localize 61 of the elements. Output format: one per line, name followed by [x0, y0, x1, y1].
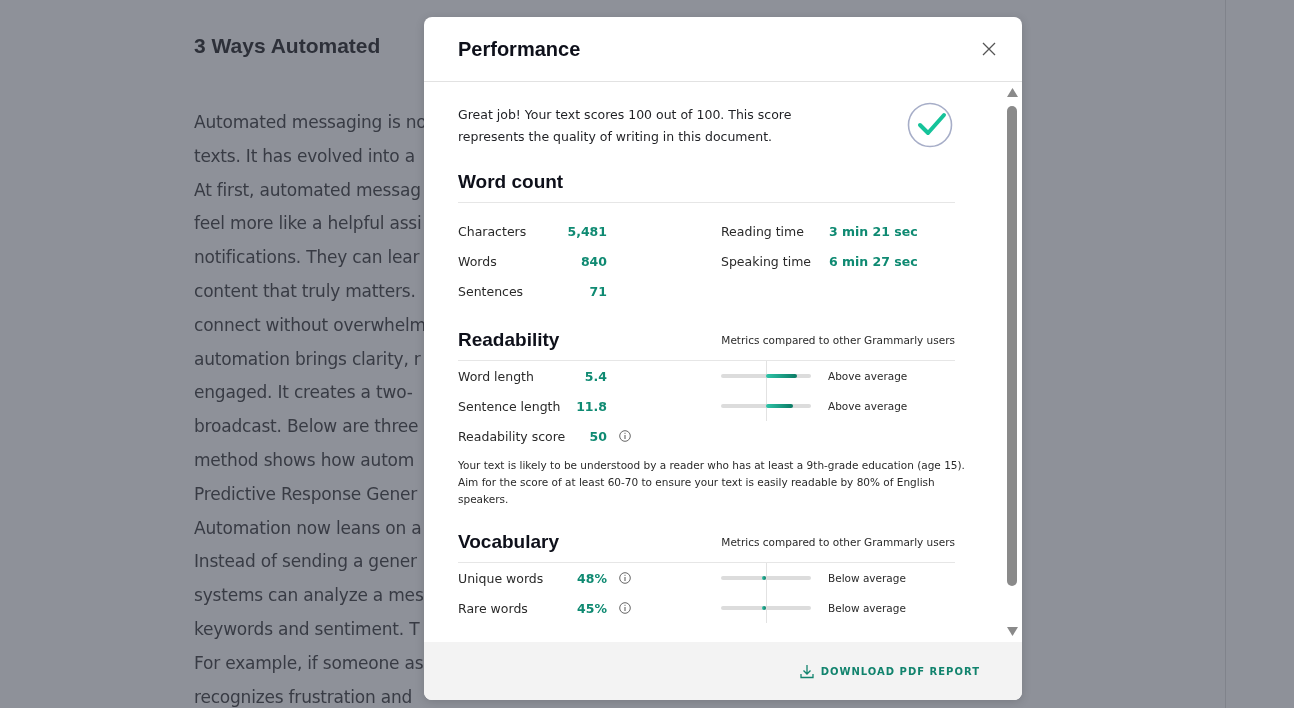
metric-value: 840: [579, 253, 607, 269]
section-heading: Word count: [458, 171, 564, 193]
document-text-line: Automation now leans on a: [194, 516, 422, 540]
document-text-line: method shows how autom: [194, 448, 416, 472]
document-text-line: connect without overwhelm: [194, 313, 422, 337]
document-text-line: broadcast. Below are three: [194, 415, 420, 439]
comparison-note: Metrics compared to other Grammarly users: [721, 334, 955, 346]
section-heading: Vocabulary: [458, 531, 560, 553]
dialog-title: Performance: [458, 37, 581, 61]
document-text-line: recognizes frustration and: [194, 685, 414, 708]
document-text-line: At first, automated messag: [194, 178, 422, 202]
document-text-line: feel more like a helpful assi: [194, 212, 422, 236]
document-text-line: texts. It has evolved into a: [194, 144, 416, 168]
info-icon[interactable]: [619, 572, 631, 584]
metric-label: Unique words: [458, 570, 545, 586]
document-text-line: systems can analyze a mes: [194, 584, 422, 608]
metric-value: 11.8: [575, 398, 607, 414]
scroll-up-icon[interactable]: [1007, 88, 1018, 97]
document-text-line: Instead of sending a gener: [194, 550, 418, 574]
readability-description: Your text is likely to be understood by a reader who has at least a 9th-grade education (age 15). Aim for the score of at least 60-70 to ensure your text is easily readable by 80% of English speakers.: [458, 458, 966, 507]
close-icon: [982, 42, 996, 56]
score-summary: Great job! Your text scores 100 out of 100. This score represents the quality of writing in this document.: [458, 106, 793, 146]
metric-label: Characters: [458, 223, 528, 239]
metric-value: 45%: [576, 600, 607, 616]
document-text-line: engaged. It creates a two-: [194, 381, 414, 405]
metric-value: 50: [588, 428, 607, 444]
check-circle-icon: [907, 102, 953, 148]
document-text-line: content that truly matters.: [194, 280, 417, 303]
metric-label: Words: [458, 253, 498, 269]
download-pdf-button[interactable]: DOWNLOAD PDF REPORT: [799, 663, 980, 679]
document-text-line: For example, if someone as: [194, 651, 422, 675]
metric-label: Sentence length: [458, 398, 562, 414]
document-text-line: keywords and sentiment. T: [194, 617, 421, 641]
rating-label: Below average: [828, 572, 906, 584]
metric-label: Word length: [458, 368, 535, 384]
download-icon: [799, 663, 814, 679]
metric-label: Sentences: [458, 283, 525, 299]
rating-label: Above average: [828, 370, 908, 382]
metric-value: 5.4: [583, 368, 607, 384]
document-title: 3 Ways Automated: [194, 33, 382, 59]
document-text-line: notifications. They can lear: [194, 246, 421, 270]
close-button[interactable]: [980, 40, 998, 58]
rating-label: Above average: [828, 400, 908, 412]
document-text-line: Predictive Response Gener: [194, 482, 419, 506]
scrollbar-thumb[interactable]: [1007, 106, 1017, 586]
metric-label: Rare words: [458, 600, 529, 616]
section-heading: Readability: [458, 329, 560, 351]
metric-value: 6 min 27 sec: [829, 253, 916, 269]
metric-label: Speaking time: [721, 253, 812, 269]
metric-label: Readability score: [458, 428, 563, 444]
info-icon[interactable]: [619, 602, 631, 614]
metric-value: 48%: [576, 570, 607, 586]
scroll-down-icon[interactable]: [1007, 627, 1018, 636]
comparison-note: Metrics compared to other Grammarly users: [721, 536, 955, 548]
document-text-line: automation brings clarity, r: [194, 347, 422, 371]
metric-value: 3 min 21 sec: [829, 223, 916, 239]
metric-label: Reading time: [721, 223, 805, 239]
metric-value: 5,481: [566, 223, 607, 239]
rating-label: Below average: [828, 602, 906, 614]
info-icon[interactable]: [619, 430, 631, 442]
metric-value: 71: [588, 283, 607, 299]
